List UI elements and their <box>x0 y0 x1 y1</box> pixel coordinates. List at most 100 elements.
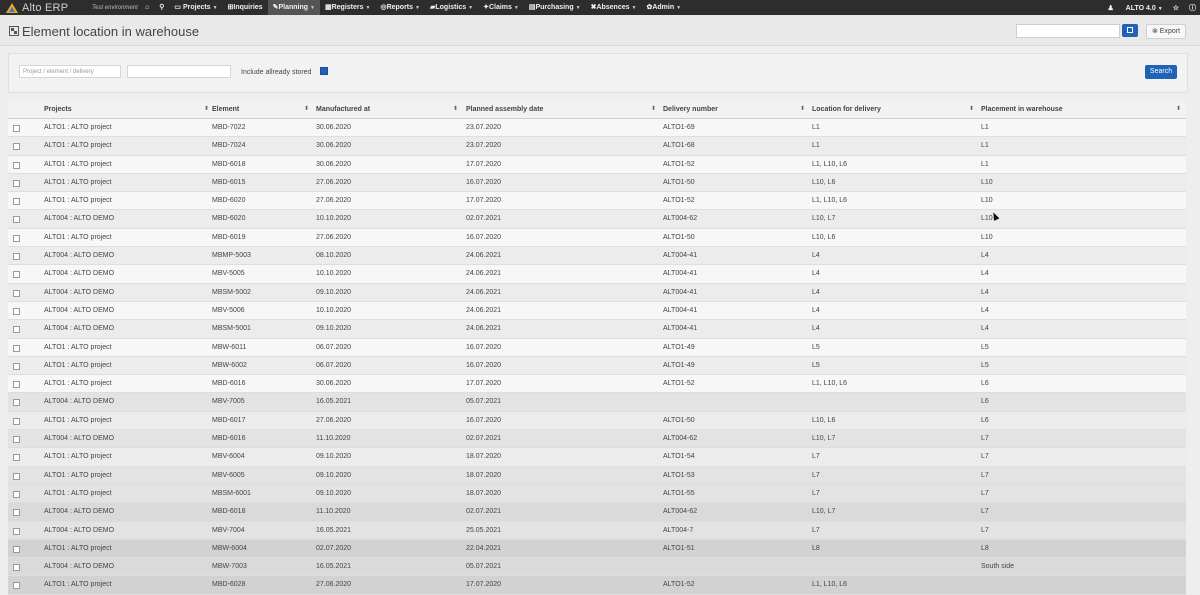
table-row[interactable]: ALTO1 : ALTO project MBW-6011 06.07.2020 16… <box>8 338 1186 357</box>
col-placement-warehouse[interactable]: Placement in warehouse <box>981 106 1063 113</box>
user-menu[interactable]: ♟ ALTO 4.0 ▼ <box>1097 4 1162 12</box>
row-checkbox[interactable] <box>13 125 20 132</box>
table-row[interactable]: ALT004 : ALTO DEMO MBD-6018 11.10.2020 02.0… <box>8 503 1186 522</box>
row-checkbox[interactable] <box>13 216 20 224</box>
nav-admin[interactable]: ✿Admin ▼ <box>641 0 686 15</box>
nav-projects[interactable]: ▭ Projects ▼ <box>169 0 222 15</box>
nav-search[interactable]: ⚲ <box>154 0 169 15</box>
sort-icon[interactable]: ⬍ <box>1176 105 1181 112</box>
row-checkbox[interactable] <box>13 436 20 444</box>
export-icon: ⊗ <box>1151 28 1158 35</box>
col-planned-assembly[interactable]: Planned assembly date <box>466 106 543 113</box>
nav-claims[interactable]: ✦Claims ▼ <box>478 0 524 15</box>
col-manufactured[interactable]: Manufactured at <box>316 106 370 113</box>
row-checkbox[interactable] <box>13 179 20 187</box>
row-checkbox[interactable] <box>13 362 20 370</box>
row-checkbox[interactable] <box>13 545 20 553</box>
row-checkbox[interactable] <box>13 307 20 315</box>
nav-purchasing[interactable]: ▤Purchasing ▼ <box>524 0 586 15</box>
table-cell: ALTO1 : ALTO project <box>44 142 112 150</box>
table-row[interactable]: ALTO1 : ALTO project MBD-6016 30.06.2020 17… <box>8 375 1186 394</box>
sort-icon[interactable]: ⬍ <box>800 105 805 112</box>
table-row[interactable]: ALTO1 : ALTO project MBD-7024 30.06.2020 23… <box>8 137 1186 156</box>
star-icon[interactable]: ☆ <box>1173 4 1179 12</box>
table-row[interactable]: ALT004 : ALTO DEMO MBV-7005 16.05.2021 05.0… <box>8 393 1186 412</box>
row-checkbox[interactable] <box>13 472 20 480</box>
row-checkbox[interactable] <box>13 381 20 389</box>
nav-logistics[interactable]: ▰Logistics ▼ <box>425 0 478 15</box>
row-checkbox[interactable] <box>13 582 20 590</box>
nav-planning[interactable]: ✎Planning ▼ <box>267 0 320 15</box>
table-row[interactable]: ALT004 : ALTO DEMO MBV-5005 10.10.2020 24.0… <box>8 265 1186 284</box>
table-cell: 25.05.2021 <box>466 526 502 534</box>
table-row[interactable]: ALTO1 : ALTO project MBV-6005 09.10.2020 18… <box>8 466 1186 485</box>
table-cell: L8 <box>812 544 820 552</box>
col-element[interactable]: Element <box>212 106 239 113</box>
table-row[interactable]: ALTO1 : ALTO project MBD-6017 27.06.2020 16… <box>8 411 1186 431</box>
sort-icon[interactable]: ⬍ <box>453 105 458 112</box>
table-row[interactable]: ALTO1 : ALTO project MBD-6019 27.06.2020 16… <box>8 228 1186 248</box>
second-filter-input[interactable] <box>127 65 231 78</box>
table-row[interactable]: ALT004 : ALTO DEMO MBD-6020 10.10.2020 02.0… <box>8 210 1186 229</box>
table-row[interactable]: ALT004 : ALTO DEMO MBD-6016 11.10.2020 02.0… <box>8 430 1186 449</box>
col-location-delivery[interactable]: Location for delivery <box>812 106 881 113</box>
table-row[interactable]: ALTO1 : ALTO project MBD-6020 27.06.2020 17… <box>8 192 1186 211</box>
row-checkbox[interactable] <box>13 289 20 297</box>
nav-home[interactable]: ⌂ <box>140 0 154 15</box>
row-checkbox[interactable] <box>13 564 20 572</box>
table-cell: ALT004 : ALTO DEMO <box>44 325 115 333</box>
row-checkbox[interactable] <box>13 509 20 517</box>
project-element-delivery-input[interactable]: Project / element / delivery <box>19 65 121 78</box>
table-row[interactable]: ALT004 : ALTO DEMO MBSM-5002 09.10.2020 24.… <box>8 283 1186 302</box>
sort-icon[interactable]: ⬍ <box>969 105 974 112</box>
table-row[interactable]: ALT004 : ALTO DEMO MBSM-5001 09.10.2020 24.… <box>8 320 1186 339</box>
row-checkbox[interactable] <box>13 417 20 425</box>
row-checkbox[interactable] <box>13 198 20 206</box>
nav-absences[interactable]: ✖Absences ▼ <box>586 0 642 15</box>
table-row[interactable]: ALTO1 : ALTO project MBW-6002 06.07.2020 16… <box>8 356 1186 376</box>
row-checkbox[interactable] <box>13 399 20 407</box>
row-checkbox[interactable] <box>13 253 20 261</box>
row-checkbox[interactable] <box>13 326 20 334</box>
table-row[interactable]: ALT004 : ALTO DEMO MBV-7004 16.05.2021 25.0… <box>8 521 1186 540</box>
table-row[interactable]: ALTO1 : ALTO project MBD-7022 30.06.2020 23… <box>8 119 1186 138</box>
row-checkbox[interactable] <box>13 527 20 535</box>
nav-reports[interactable]: ◎Reports ▼ <box>375 0 425 15</box>
table-row[interactable]: ALTO1 : ALTO project MBD-6015 27.06.2020 16… <box>8 173 1186 193</box>
table-row[interactable]: ALTO1 : ALTO project MBV-6004 09.10.2020 18… <box>8 448 1186 467</box>
logo[interactable]: Alto ERP <box>6 2 82 14</box>
include-stored-checkbox[interactable] <box>320 67 328 75</box>
table-row[interactable]: ALTO1 : ALTO project MBD-6028 27.06.2020 17… <box>8 576 1186 595</box>
table-cell: MBV-7004 <box>212 526 245 534</box>
table-row[interactable]: ALTO1 : ALTO project MBD-6018 30.06.2020 17… <box>8 155 1186 174</box>
table-cell: MBD-7024 <box>212 142 246 150</box>
top-search-input[interactable] <box>1016 24 1120 38</box>
col-projects[interactable]: Projects <box>44 106 72 113</box>
save-button[interactable] <box>1122 24 1138 37</box>
search-button[interactable]: Search <box>1145 65 1177 79</box>
table-row[interactable]: ALT004 : ALTO DEMO MBW-7003 16.05.2021 05.0… <box>8 558 1186 577</box>
table-row[interactable]: ALT004 : ALTO DEMO MBV-5006 10.10.2020 24.0… <box>8 301 1186 321</box>
row-checkbox[interactable] <box>13 143 20 151</box>
row-checkbox[interactable] <box>13 271 20 279</box>
table-cell: L1 <box>812 142 820 150</box>
row-checkbox[interactable] <box>13 234 20 242</box>
nav-registers[interactable]: ▦Registers ▼ <box>320 0 375 15</box>
sort-icon[interactable]: ⬍ <box>204 105 209 112</box>
row-checkbox[interactable] <box>13 490 20 498</box>
table-cell: 16.07.2020 <box>466 233 502 241</box>
sort-icon[interactable]: ⬍ <box>304 105 309 112</box>
col-delivery-number[interactable]: Delivery number <box>663 106 718 113</box>
table-cell: ALTO1-50 <box>663 416 695 424</box>
sort-icon[interactable]: ⬍ <box>651 105 656 112</box>
table-row[interactable]: ALTO1 : ALTO project MBSM-6001 09.10.2020 1… <box>8 484 1186 504</box>
row-checkbox[interactable] <box>13 344 20 352</box>
export-button[interactable]: ⊗ Export <box>1146 24 1186 39</box>
table-row[interactable]: ALT004 : ALTO DEMO MBMP-5003 08.10.2020 24.… <box>8 247 1186 266</box>
nav-inquiries[interactable]: ⊞Inquiries <box>223 0 268 15</box>
row-checkbox[interactable] <box>13 454 20 462</box>
table-row[interactable]: ALTO1 : ALTO project MBW-6004 02.07.2020 22… <box>8 539 1186 559</box>
info-icon[interactable]: ⓘ <box>1189 3 1196 13</box>
row-checkbox[interactable] <box>13 161 20 169</box>
table-cell: ALTO1 : ALTO project <box>44 471 112 479</box>
